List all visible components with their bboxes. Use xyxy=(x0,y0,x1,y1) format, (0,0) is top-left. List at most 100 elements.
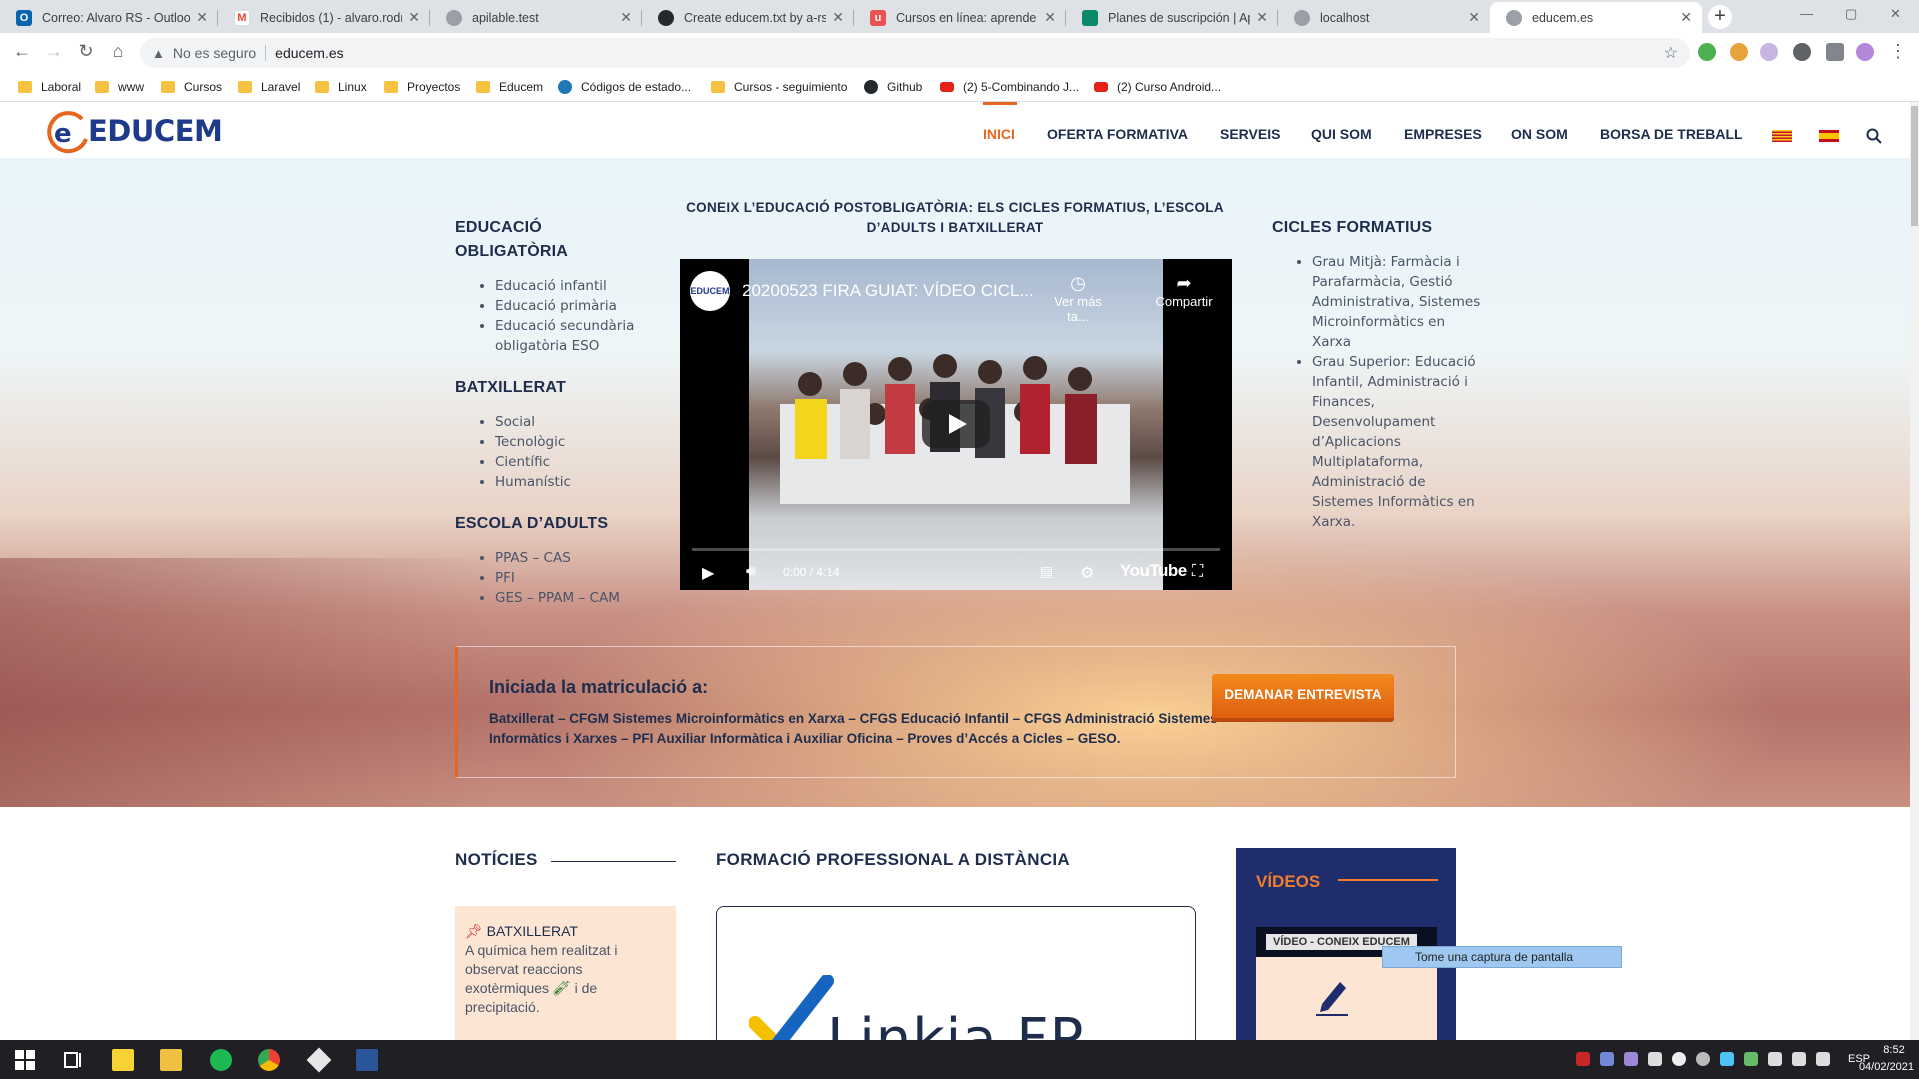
list-item[interactable]: Educació infantil xyxy=(495,276,655,296)
bookmark-item[interactable]: Github xyxy=(864,80,922,94)
volume-icon[interactable]: 🔊︎ xyxy=(746,563,756,581)
bookmark-item[interactable]: Códigos de estado... xyxy=(558,80,691,94)
git-icon[interactable] xyxy=(306,1047,332,1073)
menu-icon[interactable]: ⋮ xyxy=(1886,41,1910,62)
bookmark-item[interactable]: Laravel xyxy=(238,80,300,94)
bookmark-item[interactable]: www xyxy=(95,80,144,94)
extension-icon[interactable] xyxy=(1760,43,1778,61)
bookmark-item[interactable]: Linux xyxy=(315,80,367,94)
forward-icon[interactable]: → xyxy=(42,41,66,62)
puzzle-icon[interactable] xyxy=(1826,43,1844,61)
watch-later-button[interactable]: ◷ Ver más ta... xyxy=(1046,273,1110,324)
slack-icon[interactable] xyxy=(1648,1052,1662,1066)
tab-localhost[interactable]: localhost ✕ xyxy=(1278,2,1490,33)
bookmark-item[interactable]: Laboral xyxy=(18,80,81,94)
nav-inici[interactable]: INICI xyxy=(983,126,1015,142)
request-interview-button[interactable]: DEMANAR ENTREVISTA xyxy=(1212,674,1394,718)
network-icon[interactable] xyxy=(1792,1052,1806,1066)
educem-logo[interactable]: e EDUCEM xyxy=(46,107,223,155)
nav-borsa-de-treball[interactable]: BORSA DE TREBALL xyxy=(1600,126,1743,142)
tab-udemy[interactable]: u Cursos en línea: aprende de ✕ xyxy=(854,2,1066,33)
list-item[interactable]: Científic xyxy=(495,452,655,472)
list-item[interactable]: Social xyxy=(495,412,655,432)
scrollbar-thumb[interactable] xyxy=(1911,106,1918,226)
tab-educem[interactable]: educem.es ✕ xyxy=(1490,2,1702,33)
volume-muted-icon[interactable] xyxy=(1816,1052,1830,1066)
close-tab-icon[interactable]: ✕ xyxy=(1044,9,1056,26)
progress-bar[interactable] xyxy=(692,548,1220,551)
bookmark-item[interactable]: (2) 5-Combinando J... xyxy=(940,80,1079,94)
list-item[interactable]: PFI xyxy=(495,568,655,588)
list-item[interactable]: Tecnològic xyxy=(495,432,655,452)
spanish-flag-icon[interactable] xyxy=(1819,130,1839,142)
subtitles-icon[interactable]: ▤ xyxy=(1040,563,1053,580)
tray-app-icon[interactable] xyxy=(1576,1052,1590,1066)
security-label[interactable]: No es seguro xyxy=(173,45,256,61)
close-tab-icon[interactable]: ✕ xyxy=(832,9,844,26)
home-icon[interactable]: ⌂ xyxy=(106,41,130,62)
back-icon[interactable]: ← xyxy=(10,41,34,62)
cookie-extension-icon[interactable] xyxy=(1730,43,1748,61)
nav-serveis[interactable]: SERVEIS xyxy=(1220,126,1280,142)
clock-date[interactable]: 04/02/2021 xyxy=(1850,1061,1914,1073)
search-icon[interactable] xyxy=(1866,128,1882,144)
channel-avatar[interactable]: EDUCEM xyxy=(690,271,730,311)
bookmark-item[interactable]: Cursos - seguimiento xyxy=(711,80,847,94)
warning-icon[interactable]: ▲ xyxy=(152,46,165,61)
news-card[interactable]: 📌︎ BATXILLERAT A química hem realitzat i… xyxy=(455,906,676,1040)
close-tab-icon[interactable]: ✕ xyxy=(408,9,420,26)
list-item[interactable]: Educació primària xyxy=(495,296,655,316)
list-item[interactable]: GES – PPAM – CAM xyxy=(495,588,655,608)
video-title[interactable]: 20200523 FIRA GUIAT: VÍDEO CICL... xyxy=(742,281,1034,301)
bookmark-star-icon[interactable]: ☆ xyxy=(1664,43,1678,63)
tray-app-icon[interactable] xyxy=(1744,1052,1758,1066)
tab-apilable[interactable]: apilable.test ✕ xyxy=(430,2,642,33)
new-tab-button[interactable]: + xyxy=(1708,5,1732,29)
bookmark-item[interactable]: Proyectos xyxy=(384,80,460,94)
bookmark-item[interactable]: Cursos xyxy=(161,80,222,94)
tray-pen-icon[interactable] xyxy=(1624,1052,1638,1066)
tab-gmail[interactable]: M Recibidos (1) - alvaro.rodrig ✕ xyxy=(218,2,430,33)
windows-start-icon[interactable] xyxy=(14,1049,36,1071)
minimize-icon[interactable]: — xyxy=(1800,6,1813,21)
battery-icon[interactable] xyxy=(1768,1052,1782,1066)
list-item[interactable]: Grau Mitjà: Farmàcia i Parafarmàcia, Ges… xyxy=(1312,252,1482,352)
discord-icon[interactable] xyxy=(1600,1052,1614,1066)
list-item[interactable]: Educació secundària obligatòria ESO xyxy=(495,316,655,356)
youtube-video-player[interactable]: EDUCEM 20200523 FIRA GUIAT: VÍDEO CICL..… xyxy=(680,259,1232,590)
word-icon[interactable] xyxy=(356,1049,378,1071)
list-item[interactable]: Humanístic xyxy=(495,472,655,492)
catalan-flag-icon[interactable] xyxy=(1772,130,1792,142)
nav-empreses[interactable]: EMPRESES xyxy=(1404,126,1482,142)
bookmark-item[interactable]: Educem xyxy=(476,80,543,94)
close-window-icon[interactable]: ✕ xyxy=(1890,6,1901,22)
file-explorer-icon[interactable] xyxy=(160,1049,182,1071)
nav-on-som[interactable]: ON SOM xyxy=(1511,126,1568,142)
clock-time[interactable]: 8:52 xyxy=(1874,1044,1914,1056)
task-view-icon[interactable] xyxy=(62,1049,84,1071)
tab-outlook[interactable]: O Correo: Alvaro RS - Outlook ✕ xyxy=(0,2,218,33)
maximize-icon[interactable]: ▢ xyxy=(1845,6,1857,22)
tray-sync-icon[interactable] xyxy=(1696,1052,1710,1066)
spotify-icon[interactable] xyxy=(210,1049,232,1071)
play-icon[interactable]: ▶ xyxy=(702,563,714,583)
close-tab-icon[interactable]: ✕ xyxy=(620,9,632,26)
url-text[interactable]: educem.es xyxy=(275,45,343,61)
list-item[interactable]: Grau Superior: Educació Infantil, Admini… xyxy=(1312,352,1482,532)
drive-extension-icon[interactable] xyxy=(1698,43,1716,61)
nav-qui-som[interactable]: QUI SOM xyxy=(1311,126,1372,142)
page-scrollbar[interactable] xyxy=(1910,102,1919,1040)
chrome-icon[interactable] xyxy=(258,1049,280,1071)
fullscreen-icon[interactable]: ⛶ xyxy=(1192,563,1203,581)
list-item[interactable]: PPAS – CAS xyxy=(495,548,655,568)
nav-oferta-formativa[interactable]: OFERTA FORMATIVA xyxy=(1047,126,1188,142)
sticky-notes-icon[interactable] xyxy=(112,1049,134,1071)
share-button[interactable]: ➦ Compartir xyxy=(1148,273,1220,309)
close-tab-icon[interactable]: ✕ xyxy=(1256,9,1268,26)
play-button[interactable] xyxy=(922,400,990,448)
settings-icon[interactable]: ⚙ xyxy=(1080,563,1094,583)
youtube-logo[interactable]: YouTube xyxy=(1120,561,1187,581)
close-tab-icon[interactable]: ✕ xyxy=(1468,9,1480,26)
tray-app-icon[interactable] xyxy=(1720,1052,1734,1066)
profile-avatar[interactable] xyxy=(1856,43,1874,61)
